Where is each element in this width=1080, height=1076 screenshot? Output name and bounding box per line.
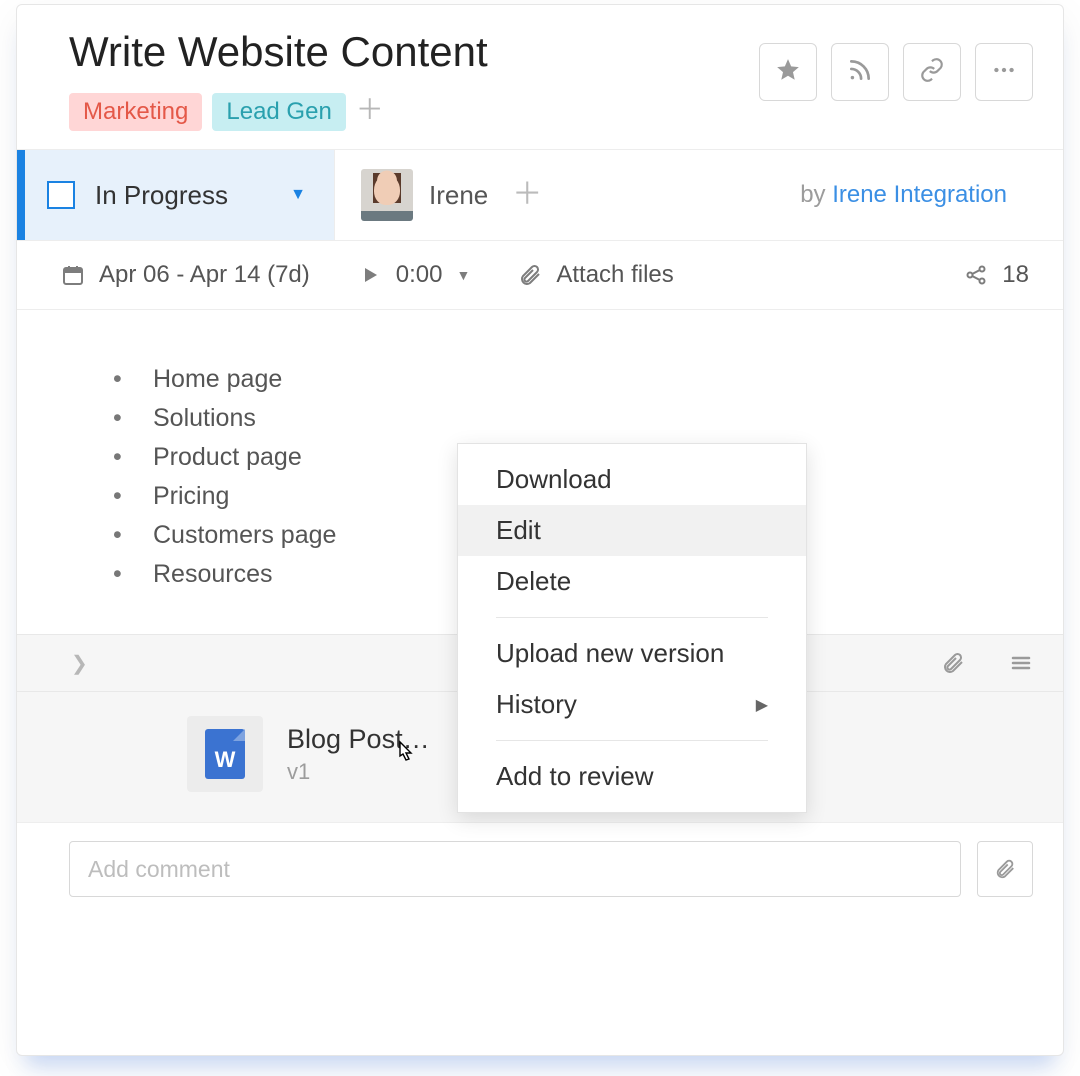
date-picker[interactable]: Apr 06 - Apr 14 (7d) — [61, 261, 310, 289]
creator-link[interactable]: Irene Integration — [832, 181, 1007, 208]
tag-leadgen[interactable]: Lead Gen — [212, 93, 345, 131]
rss-button[interactable] — [831, 43, 889, 101]
meta-row: Apr 06 - Apr 14 (7d) 0:00 ▼ Attach files… — [17, 241, 1063, 310]
tag-row: Marketing Lead Gen ＋ — [69, 93, 759, 131]
star-icon — [775, 57, 801, 88]
list-view-button[interactable] — [1009, 651, 1033, 675]
rss-icon — [847, 57, 873, 88]
link-button[interactable] — [903, 43, 961, 101]
task-header: Write Website Content Marketing Lead Gen… — [17, 5, 1063, 149]
dependencies-button[interactable]: 18 — [964, 261, 1029, 289]
share-icon — [964, 263, 988, 287]
header-actions — [759, 29, 1033, 101]
more-icon — [991, 57, 1017, 88]
expand-toggle[interactable]: ❯ — [71, 651, 88, 676]
comment-bar — [17, 822, 1063, 915]
menu-add-to-review[interactable]: Add to review — [458, 751, 806, 802]
link-icon — [919, 57, 945, 88]
tag-marketing[interactable]: Marketing — [69, 93, 202, 131]
assignee-name: Irene — [429, 180, 488, 211]
attach-files-button[interactable]: Attach files — [518, 261, 673, 289]
add-assignee-button[interactable]: ＋ — [512, 184, 542, 206]
caret-down-icon: ▼ — [290, 186, 306, 204]
menu-upload-new-version[interactable]: Upload new version — [458, 628, 806, 679]
file-version: v1 — [287, 759, 430, 785]
menu-delete[interactable]: Delete — [458, 556, 806, 607]
status-dropdown[interactable]: In Progress ▼ — [17, 150, 335, 240]
assignee-area: Irene ＋ by Irene Integration — [335, 150, 1063, 240]
menu-edit[interactable]: Edit — [458, 505, 806, 556]
task-creator: by Irene Integration — [800, 181, 1037, 209]
submenu-caret-icon: ▶ — [756, 695, 768, 715]
status-row: In Progress ▼ Irene ＋ by Irene Integrati… — [17, 149, 1063, 241]
footer-attach-button[interactable] — [941, 651, 965, 675]
comment-attach-button[interactable] — [977, 841, 1033, 897]
task-card: Write Website Content Marketing Lead Gen… — [16, 4, 1064, 1056]
menu-download[interactable]: Download — [458, 454, 806, 505]
more-button[interactable] — [975, 43, 1033, 101]
paperclip-icon — [518, 263, 542, 287]
play-icon — [358, 263, 382, 287]
star-button[interactable] — [759, 43, 817, 101]
caret-down-icon: ▼ — [457, 267, 471, 283]
comment-input[interactable] — [69, 841, 961, 897]
timer-control[interactable]: 0:00 ▼ — [358, 261, 471, 289]
status-label: In Progress — [95, 180, 270, 211]
timer-text: 0:00 — [396, 261, 443, 289]
date-text: Apr 06 - Apr 14 (7d) — [99, 261, 310, 289]
menu-separator — [496, 617, 768, 618]
assignee-avatar[interactable] — [361, 169, 413, 221]
calendar-icon — [61, 263, 85, 287]
list-item: Home page — [97, 360, 983, 399]
file-name: Blog Post… — [287, 724, 430, 755]
file-thumbnail: W — [187, 716, 263, 792]
menu-history[interactable]: History ▶ — [458, 679, 806, 730]
add-tag-button[interactable]: ＋ — [356, 99, 382, 125]
attach-label: Attach files — [556, 261, 673, 289]
file-context-menu: Download Edit Delete Upload new version … — [457, 443, 807, 813]
complete-checkbox[interactable] — [47, 181, 75, 209]
task-title: Write Website Content — [69, 29, 759, 75]
word-doc-icon: W — [205, 729, 245, 779]
list-item: Solutions — [97, 399, 983, 438]
menu-separator — [496, 740, 768, 741]
dependency-count: 18 — [1002, 261, 1029, 289]
